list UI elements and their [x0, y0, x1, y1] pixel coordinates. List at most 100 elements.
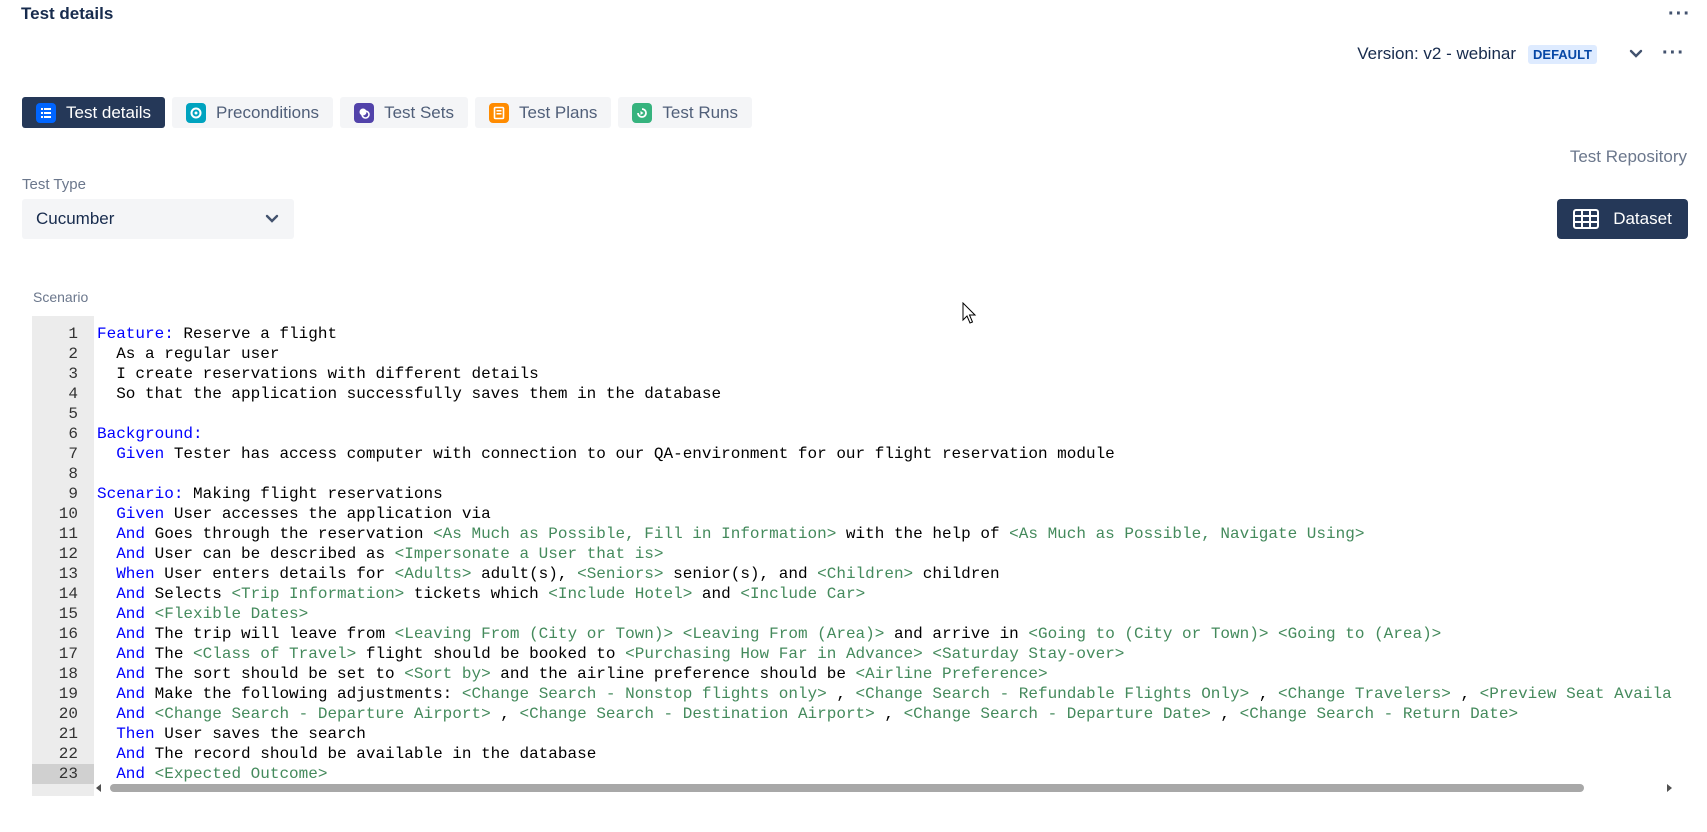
line-number: 8 [68, 465, 78, 483]
test-set-icon [354, 102, 375, 123]
code-text: And The record should be available in th… [97, 744, 596, 764]
version-selector[interactable]: Version: v2 - webinar DEFAULT [1357, 44, 1597, 64]
code-text: And Selects <Trip Information> tickets w… [97, 584, 865, 604]
code-line[interactable]: 15 And <Flexible Dates> [32, 604, 1686, 624]
code-line[interactable]: 20 And <Change Search - Departure Airpor… [32, 704, 1686, 724]
gherkin-keyword: And [97, 605, 146, 623]
parameter-placeholder: <Saturday Stay-over> [932, 645, 1125, 663]
test-type-value: Cucumber [36, 209, 115, 228]
code-segment: Goes through the reservation [145, 525, 434, 543]
line-number: 21 [58, 725, 78, 743]
default-badge: DEFAULT [1528, 44, 1597, 64]
code-text: And Make the following adjustments: <Cha… [97, 684, 1672, 704]
code-line[interactable]: 19 And Make the following adjustments: <… [32, 684, 1686, 704]
code-segment: flight should be booked to [356, 645, 626, 663]
version-more-button[interactable]: ··· [1662, 43, 1685, 63]
code-line[interactable]: 23 And <Expected Outcome> [32, 764, 1686, 784]
code-line[interactable]: 17 And The <Class of Travel> flight shou… [32, 644, 1686, 664]
gherkin-keyword: And [97, 745, 146, 763]
parameter-placeholder: <Change Search - Departure Date> [903, 705, 1211, 723]
test-repository-link[interactable]: Test Repository [1570, 147, 1687, 167]
parameter-placeholder: <Flexible Dates> [154, 605, 309, 623]
gherkin-keyword: And [97, 645, 146, 663]
code-line[interactable]: 18 And The sort should be set to <Sort b… [32, 664, 1686, 684]
gherkin-keyword: Given [97, 505, 165, 523]
tab-label: Preconditions [216, 102, 320, 122]
line-number: 23 [58, 765, 78, 783]
test-type-select[interactable]: Cucumber [22, 199, 294, 239]
line-number: 9 [68, 485, 78, 503]
parameter-placeholder: <Airline Preference> [855, 665, 1048, 683]
test-plan-icon [488, 102, 509, 123]
code-line[interactable]: 21 Then User saves the search [32, 724, 1686, 744]
tab-test-runs[interactable]: Test Runs [618, 97, 753, 128]
code-segment: , [1210, 705, 1240, 723]
test-type-label: Test Type [22, 176, 86, 193]
parameter-placeholder: <Include Car> [740, 585, 866, 603]
gherkin-keyword: And [97, 765, 146, 783]
version-chevron-down-icon[interactable] [1625, 43, 1647, 65]
code-text: When User enters details for <Adults> ad… [97, 564, 999, 584]
code-segment: The [145, 645, 194, 663]
scenario-label: Scenario [33, 289, 89, 305]
code-line[interactable]: 4 So that the application successfully s… [32, 384, 1686, 404]
line-number: 18 [58, 665, 78, 683]
code-line[interactable]: 13 When User enters details for <Adults>… [32, 564, 1686, 584]
code-line[interactable]: 9 Scenario: Making flight reservations [32, 484, 1686, 504]
gherkin-keyword: Background: [97, 425, 203, 443]
tab-test-plans[interactable]: Test Plans [474, 97, 612, 128]
code-segment: The trip will leave from [145, 625, 395, 643]
tab-preconditions[interactable]: Preconditions [172, 97, 334, 128]
line-number: 11 [58, 525, 78, 543]
gherkin-keyword: Feature: [97, 325, 174, 343]
code-segment: User accesses the application via [164, 505, 491, 523]
code-line[interactable]: 16 And The trip will leave from <Leaving… [32, 624, 1686, 644]
gherkin-keyword: Scenario: [97, 485, 184, 503]
code-line[interactable]: 10 Given User accesses the application v… [32, 504, 1686, 524]
line-number: 10 [58, 505, 78, 523]
scroll-left-arrow-icon[interactable] [94, 783, 104, 793]
code-line[interactable]: 1 Feature: Reserve a flight [32, 324, 1686, 344]
parameter-placeholder: <Change Search - Departure Airport> [154, 705, 491, 723]
code-text: I create reservations with different det… [97, 364, 538, 384]
tab-test-sets[interactable]: Test Sets [340, 97, 468, 128]
parameter-placeholder: <As Much as Possible, Fill in Informatio… [433, 525, 837, 543]
code-line[interactable]: 22 And The record should be available in… [32, 744, 1686, 764]
dataset-button[interactable]: Dataset [1557, 199, 1688, 239]
code-line[interactable]: 14 And Selects <Trip Information> ticket… [32, 584, 1686, 604]
parameter-placeholder: <As Much as Possible, Navigate Using> [1009, 525, 1365, 543]
gherkin-keyword: And [97, 545, 146, 563]
parameter-placeholder: <Children> [817, 565, 914, 583]
code-text: And <Flexible Dates> [97, 604, 308, 624]
parameter-placeholder: <Going to (Area)> [1278, 625, 1442, 643]
code-segment: The sort should be set to [145, 665, 405, 683]
code-text: And User can be described as <Impersonat… [97, 544, 663, 564]
code-line[interactable]: 12 And User can be described as <Imperso… [32, 544, 1686, 564]
tab-test-details[interactable]: Test details [22, 97, 166, 128]
line-number: 4 [68, 385, 78, 403]
line-number: 2 [68, 345, 78, 363]
line-number: 22 [58, 745, 78, 763]
parameter-placeholder: <Adults> [394, 565, 472, 583]
line-number: 3 [68, 365, 78, 383]
code-segment: with the help of [836, 525, 1010, 543]
scenario-code-editor[interactable]: 1 Feature: Reserve a flight 2 As a regular… [32, 316, 1686, 796]
code-line[interactable]: 3 I create reservations with different d… [32, 364, 1686, 384]
code-line[interactable]: 7 Given Tester has access computer with … [32, 444, 1686, 464]
code-line[interactable]: 8 [32, 464, 1686, 484]
code-line[interactable]: 2 As a regular user [32, 344, 1686, 364]
scroll-right-arrow-icon[interactable] [1664, 783, 1674, 793]
horizontal-scrollbar[interactable] [94, 782, 1674, 794]
code-line[interactable]: 5 [32, 404, 1686, 424]
code-segment: User can be described as [145, 545, 395, 563]
code-line[interactable]: 11 And Goes through the reservation <As … [32, 524, 1686, 544]
code-text: As a regular user [97, 344, 279, 364]
code-segment: , [490, 705, 520, 723]
test-run-icon [632, 102, 653, 123]
code-segment: Tester has access computer with connecti… [164, 445, 1115, 463]
scroll-thumb[interactable] [110, 784, 1584, 792]
header-more-button[interactable]: ··· [1668, 4, 1691, 24]
code-line[interactable]: 6 Background: [32, 424, 1686, 444]
